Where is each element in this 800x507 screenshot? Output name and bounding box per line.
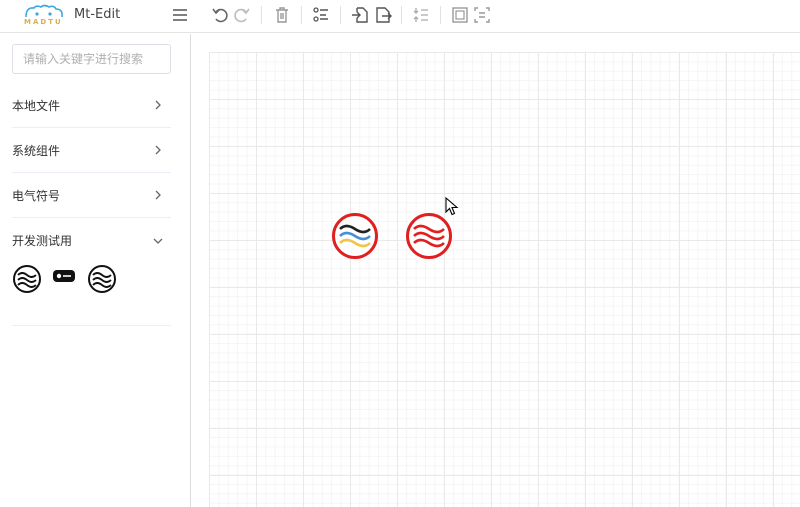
editor-canvas[interactable]: [209, 52, 800, 507]
search-input[interactable]: [12, 44, 171, 74]
wave-circle-outline-symbol[interactable]: [87, 264, 117, 294]
category-label: 开发测试用: [12, 234, 73, 248]
export-icon[interactable]: [373, 4, 395, 26]
toolbar-divider: [440, 6, 441, 24]
toolbar-divider: [401, 6, 402, 24]
toolbar-divider: [340, 6, 341, 24]
menu-icon[interactable]: [169, 4, 191, 26]
app-title: Mt-Edit: [74, 7, 121, 22]
delete-icon[interactable]: [271, 4, 293, 26]
chevron-right-icon: [155, 100, 161, 110]
chevron-down-icon: [153, 238, 163, 244]
redo-icon[interactable]: [231, 4, 253, 26]
mouse-cursor-icon: [445, 197, 459, 216]
category-label: 系统组件: [12, 143, 61, 158]
logo-text: MADTU: [24, 18, 63, 26]
align-center-icon[interactable]: [410, 4, 432, 26]
wave-circle-symbol[interactable]: [12, 264, 42, 294]
dev-symbol-list: [12, 264, 171, 326]
category-label: 本地文件: [12, 98, 61, 113]
fit-icon[interactable]: [449, 4, 471, 26]
category-system-components[interactable]: 系统组件: [12, 128, 171, 173]
category-dev-test[interactable]: 开发测试用: [12, 218, 171, 263]
category-local-files[interactable]: 本地文件: [12, 83, 171, 128]
category-label: 电气符号: [12, 188, 61, 203]
top-toolbar: MADTU Mt-Edit: [0, 0, 800, 33]
distribute-icon[interactable]: [471, 4, 493, 26]
import-icon[interactable]: [349, 4, 371, 26]
colored-wave-circle[interactable]: [331, 212, 379, 260]
toolbar-divider: [301, 6, 302, 24]
red-wave-circle[interactable]: [405, 212, 453, 260]
undo-icon[interactable]: [209, 4, 231, 26]
category-electrical-symbols[interactable]: 电气符号: [12, 173, 171, 218]
toolbar-divider: [261, 6, 262, 24]
list-icon[interactable]: [310, 4, 332, 26]
component-sidebar: 本地文件 系统组件 电气符号 开发测试用: [0, 34, 191, 507]
switch-symbol[interactable]: [52, 269, 76, 283]
chevron-right-icon: [155, 190, 161, 200]
chevron-right-icon: [155, 145, 161, 155]
